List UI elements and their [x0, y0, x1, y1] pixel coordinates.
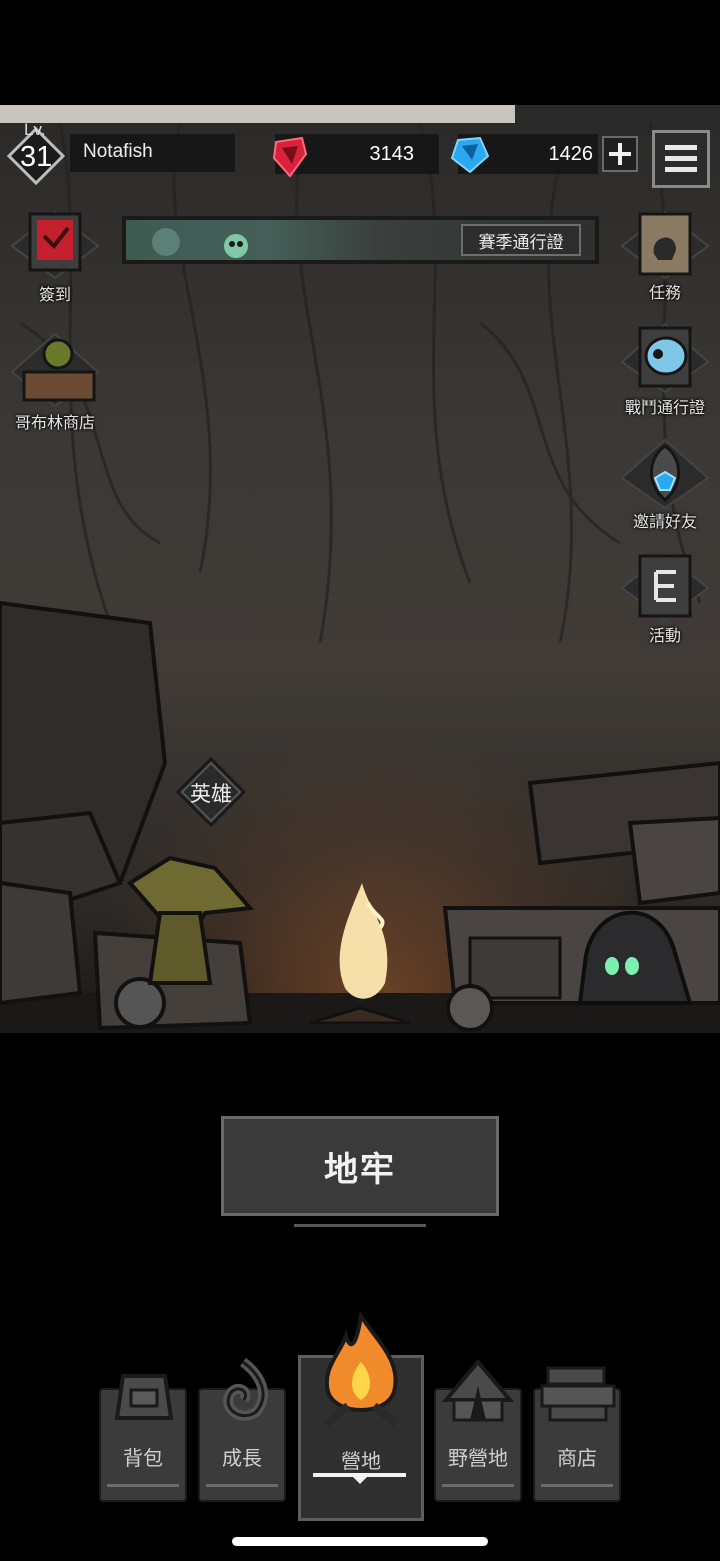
invite-friends-icon [620, 438, 710, 510]
season-banner-art [152, 228, 248, 258]
player-name: Notafish [83, 141, 153, 162]
nav-growth-label: 成長 [222, 1446, 262, 1470]
blue-gem-icon [450, 136, 490, 174]
tent-icon [441, 1358, 515, 1422]
growth-icon [223, 1357, 269, 1421]
invite-friends-button[interactable] [620, 438, 710, 510]
main-menu-button[interactable] [652, 130, 710, 188]
nav-backpack-label: 背包 [123, 1446, 163, 1470]
nav-backpack-line [107, 1484, 179, 1487]
hero-label[interactable]: 英雄 [176, 778, 246, 808]
quest-button[interactable] [620, 210, 710, 280]
loading-progress-bar [0, 105, 720, 123]
campfire-icon [323, 1312, 399, 1428]
events-icon [620, 552, 710, 622]
level-number: 31 [20, 141, 53, 173]
battle-pass-button[interactable] [620, 322, 710, 394]
checkin-label: 簽到 [38, 285, 71, 304]
events-button[interactable] [620, 552, 710, 622]
goblin-shop-button[interactable] [10, 332, 100, 408]
loading-progress-fill [0, 105, 515, 123]
backpack-icon [114, 1374, 174, 1420]
quest-label: 任務 [648, 283, 681, 302]
checkin-icon [10, 210, 100, 280]
nav-shop-line [541, 1484, 613, 1487]
nav-campsite-label: 營地 [341, 1449, 381, 1473]
nav-shop-label: 商店 [557, 1446, 597, 1470]
red-gem-icon [272, 136, 308, 178]
battle-pass-label: 戰鬥通行證 [624, 398, 705, 417]
active-caret-icon [352, 1476, 368, 1484]
goblin-shop-icon [10, 332, 100, 408]
hamburger-menu-icon [665, 145, 697, 172]
blue-gem-count: 1426 [548, 143, 594, 165]
plus-icon [609, 143, 631, 165]
checkin-button[interactable] [10, 210, 100, 280]
goblin-shop-label: 哥布林商店 [14, 413, 95, 432]
battle-pass-icon [620, 322, 710, 394]
add-gems-button[interactable] [602, 136, 638, 172]
nav-camping-ground-line [442, 1484, 514, 1487]
events-label: 活動 [648, 626, 681, 645]
nav-growth-line [206, 1484, 278, 1487]
dungeon-underline [294, 1224, 426, 1227]
shop-icon [540, 1366, 616, 1422]
quest-icon [620, 210, 710, 280]
home-indicator[interactable] [232, 1537, 488, 1546]
invite-friends-label: 邀請好友 [632, 512, 697, 531]
season-pass-button[interactable]: 賽季通行證 [461, 224, 581, 256]
dungeon-button[interactable]: 地牢 [221, 1116, 499, 1216]
red-gem-count: 3143 [369, 143, 415, 165]
level-prefix: Lv. [24, 120, 46, 139]
nav-camping-ground-label: 野營地 [448, 1446, 508, 1470]
